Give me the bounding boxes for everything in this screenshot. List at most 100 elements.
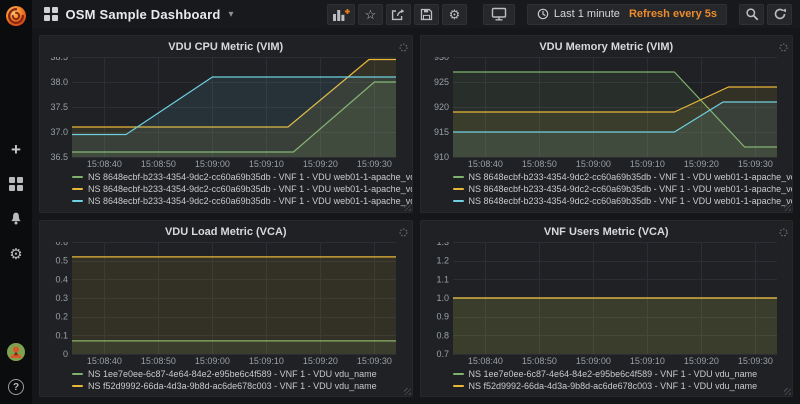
grafana-logo[interactable] [3,3,29,34]
svg-text:930: 930 [433,57,448,62]
star-icon: ☆ [365,8,377,21]
chart-vnf-users[interactable]: 15:08:4015:08:5015:09:0015:09:1015:09:20… [427,242,785,367]
panel-resize-handle[interactable] [404,388,411,395]
svg-text:15:08:40: 15:08:40 [467,159,502,169]
plus-icon: + [11,141,21,158]
panel-loading-spinner-icon [779,224,788,242]
svg-text:15:08:40: 15:08:40 [467,356,502,366]
dashboard-title-picker[interactable]: OSM Sample Dashboard ▾ [44,7,234,22]
legend-item[interactable]: NS 8648ecbf-b233-4354-9dc2-cc60a69b35db … [72,195,406,207]
svg-text:15:08:50: 15:08:50 [141,356,176,366]
chart-vdu-load[interactable]: 15:08:40 15:08:50 15:09:00 15:09:10 15:09:20… [46,242,404,367]
panel-loading-spinner-icon [399,224,408,242]
user-avatar[interactable] [6,342,26,367]
refresh-interval-label: Refresh every 5s [629,8,717,20]
chart-vdu-memory[interactable]: 15:08:4015:08:5015:09:0015:09:1015:09:20… [427,57,785,170]
grafana-app: + ⚙ [0,0,800,404]
legend-item[interactable]: NS 1ee7e0ee-6c87-4e64-84e2-e95be6c4f589 … [453,368,787,380]
svg-text:15:09:30: 15:09:30 [737,159,772,169]
panel-title[interactable]: VDU CPU Metric (VIM) [46,39,406,55]
panel-vdu-load-metric: VDU Load Metric (VCA) 15:08:4015:08:5015… [39,220,413,398]
svg-text:38.5: 38.5 [50,57,68,62]
svg-text:15:08:40: 15:08:40 [87,159,122,169]
chart-legend: NS 8648ecbf-b233-4354-9dc2-cc60a69b35db … [453,171,787,207]
panel-vdu-memory-metric: VDU Memory Metric (VIM) 15:08:4015:08:50… [420,35,794,213]
save-dashboard-button[interactable] [414,4,439,25]
save-icon [420,8,433,21]
svg-text:15:09:00: 15:09:00 [575,159,610,169]
sidebar-item-dashboards[interactable] [5,173,27,195]
dashboard-grid-icon [44,7,58,21]
svg-text:1.0: 1.0 [436,293,449,303]
panel-title[interactable]: VNF Users Metric (VCA) [427,224,787,240]
svg-text:1.2: 1.2 [436,255,449,265]
apps-grid-icon [9,177,23,191]
svg-text:15:09:20: 15:09:20 [683,356,718,366]
sidebar-item-alerting[interactable] [5,208,27,230]
legend-series-name: NS 8648ecbf-b233-4354-9dc2-cc60a69b35db … [88,184,413,194]
svg-text:15:09:10: 15:09:10 [249,356,284,366]
svg-text:37.0: 37.0 [50,127,68,137]
svg-text:0.6: 0.6 [55,242,68,247]
svg-text:15:09:30: 15:09:30 [357,159,392,169]
panel-resize-handle[interactable] [784,204,791,211]
create-button[interactable]: + [5,138,27,160]
svg-text:0.1: 0.1 [55,330,68,340]
sidebar-item-configuration[interactable]: ⚙ [5,243,27,265]
sidebar: + ⚙ [0,0,32,404]
help-button[interactable]: ? [8,379,24,395]
share-dashboard-button[interactable] [386,4,411,25]
legend-color-dash [453,385,464,387]
legend-color-dash [72,188,83,190]
svg-text:15:09:00: 15:09:00 [195,356,230,366]
sidebar-menu: + ⚙ [5,138,27,265]
legend-series-name: NS 8648ecbf-b233-4354-9dc2-cc60a69b35db … [469,196,794,206]
panel-title[interactable]: VDU Memory Metric (VIM) [427,39,787,55]
legend-series-name: NS f52d9992-66da-4d3a-9b8d-ac6de678c003 … [469,381,758,391]
chart-legend: NS 1ee7e0ee-6c87-4e64-84e2-e95be6c4f589 … [453,368,787,392]
legend-color-dash [72,373,83,375]
legend-series-name: NS 8648ecbf-b233-4354-9dc2-cc60a69b35db … [88,196,413,206]
svg-text:38.0: 38.0 [50,77,68,87]
svg-text:15:09:30: 15:09:30 [737,356,772,366]
panel-loading-spinner-icon [399,39,408,57]
svg-text:15:09:20: 15:09:20 [303,356,338,366]
cycle-view-mode-button[interactable] [483,4,515,25]
legend-item[interactable]: NS 8648ecbf-b233-4354-9dc2-cc60a69b35db … [453,171,787,183]
add-panel-button[interactable] [327,4,355,25]
question-icon: ? [13,382,19,393]
chart-legend: NS 8648ecbf-b233-4354-9dc2-cc60a69b35db … [72,171,406,207]
time-range-picker[interactable]: Last 1 minute Refresh every 5s [527,4,727,25]
svg-text:15:09:10: 15:09:10 [249,159,284,169]
series-fill [72,77,396,157]
legend-item[interactable]: NS 8648ecbf-b233-4354-9dc2-cc60a69b35db … [453,195,787,207]
svg-text:36.5: 36.5 [50,152,68,162]
legend-item[interactable]: NS f52d9992-66da-4d3a-9b8d-ac6de678c003 … [453,380,787,392]
add-panel-icon [332,8,350,21]
legend-item[interactable]: NS 8648ecbf-b233-4354-9dc2-cc60a69b35db … [72,171,406,183]
chart-vdu-cpu[interactable]: 15:08:4015:08:5015:09:0015:09:1015:09:20… [46,57,404,170]
legend-series-name: NS 8648ecbf-b233-4354-9dc2-cc60a69b35db … [469,184,794,194]
panel-resize-handle[interactable] [404,204,411,211]
panel-vdu-cpu-metric: VDU CPU Metric (VIM) 15:08:4015:08:5015:… [39,35,413,213]
legend-item[interactable]: NS 1ee7e0ee-6c87-4e64-84e2-e95be6c4f589 … [72,368,406,380]
svg-text:15:09:20: 15:09:20 [303,159,338,169]
svg-text:15:08:40: 15:08:40 [87,356,122,366]
legend-series-name: NS 1ee7e0ee-6c87-4e64-84e2-e95be6c4f589 … [469,369,758,379]
svg-text:0.4: 0.4 [55,274,68,284]
legend-color-dash [453,200,464,202]
dashboard-settings-button[interactable]: ⚙ [442,4,467,25]
legend-item[interactable]: NS f52d9992-66da-4d3a-9b8d-ac6de678c003 … [72,380,406,392]
panel-title[interactable]: VDU Load Metric (VCA) [46,224,406,240]
svg-text:0.2: 0.2 [55,311,68,321]
legend-item[interactable]: NS 8648ecbf-b233-4354-9dc2-cc60a69b35db … [72,183,406,195]
refresh-dashboard-button[interactable] [767,4,792,25]
star-dashboard-button[interactable]: ☆ [358,4,383,25]
panel-resize-handle[interactable] [784,388,791,395]
svg-text:0.3: 0.3 [55,293,68,303]
zoom-out-time-button[interactable] [739,4,764,25]
legend-series-name: NS 8648ecbf-b233-4354-9dc2-cc60a69b35db … [88,172,413,182]
legend-item[interactable]: NS 8648ecbf-b233-4354-9dc2-cc60a69b35db … [453,183,787,195]
legend-series-name: NS 8648ecbf-b233-4354-9dc2-cc60a69b35db … [469,172,794,182]
time-range-label: Last 1 minute [554,8,620,20]
